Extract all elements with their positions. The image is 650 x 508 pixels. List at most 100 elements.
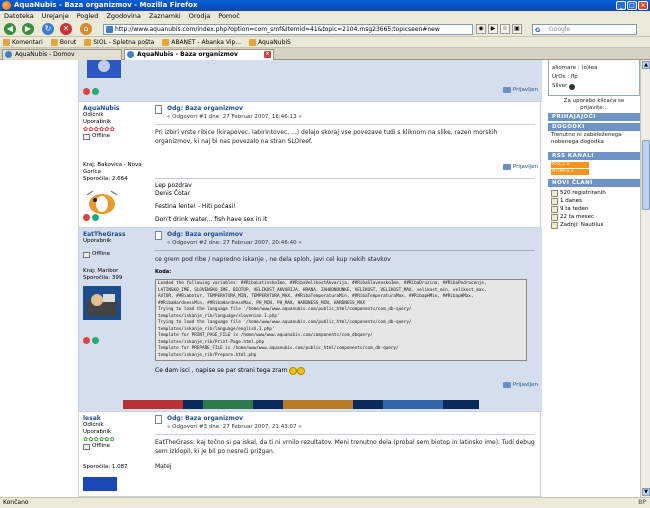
go-icon[interactable]: ▶ bbox=[488, 24, 498, 34]
www-icon[interactable] bbox=[92, 337, 99, 344]
post-meta: « Odgovori #1 dne: 27 Februar 2007, 16:4… bbox=[167, 114, 302, 120]
reload-icon[interactable]: ↻ bbox=[42, 23, 54, 35]
reply-icon bbox=[502, 382, 511, 388]
post-location: Kraj: Bakovica - Nova Gorica bbox=[83, 162, 142, 175]
post-closing: Ce dam isci , napise se par strani tega … bbox=[155, 367, 288, 374]
home-icon[interactable]: ⌂ bbox=[80, 23, 92, 35]
post-author[interactable]: EatTheGrass bbox=[83, 231, 153, 238]
post-role: Uporabnik bbox=[83, 119, 112, 125]
member-stat: 9 ta teden bbox=[560, 206, 589, 212]
forum-post: AquaNubis Odičnik Uporabnik ✿✿✿✿✿✿ Offli… bbox=[79, 102, 542, 228]
post-author[interactable]: lesak bbox=[83, 415, 153, 422]
tab-favicon bbox=[127, 51, 134, 58]
scroll-thumb[interactable] bbox=[642, 140, 650, 210]
menu-orodja[interactable]: Orodja bbox=[189, 11, 211, 21]
menu-urejanje[interactable]: Urejanje bbox=[42, 11, 69, 21]
firefox-icon bbox=[2, 1, 11, 10]
latest-member-link[interactable]: Zadnji: Nautilus bbox=[560, 221, 603, 229]
tab-domov[interactable]: AquaNubis - Domov bbox=[2, 49, 122, 60]
tab-close-icon[interactable]: × bbox=[264, 51, 271, 58]
www-icon[interactable] bbox=[92, 214, 99, 221]
bookmark-siol[interactable]: SIOL - Spletna pošta bbox=[84, 37, 154, 47]
profile-icon[interactable] bbox=[83, 88, 90, 95]
url-text: http://www.aquanubis.com/index.php?optio… bbox=[115, 26, 440, 33]
menu-datoteka[interactable]: Datoteka bbox=[4, 11, 34, 21]
vertical-scrollbar[interactable]: ▲ ▼ bbox=[640, 60, 650, 497]
signature-line: Denis Čotar bbox=[155, 190, 191, 197]
left-gutter bbox=[0, 60, 78, 497]
scroll-down-icon[interactable]: ▼ bbox=[642, 488, 650, 496]
post-meta: « Odgovori #3 dne: 27 Februar 2007, 21:4… bbox=[167, 424, 302, 430]
post-body: ce grem pod ribe / napredno iskanje , ne… bbox=[155, 250, 535, 264]
www-icon[interactable] bbox=[92, 88, 99, 95]
bookmark-icon bbox=[162, 38, 170, 46]
tab-baza-organizmov[interactable]: AquaNubis - Baza organizmov × bbox=[124, 49, 274, 60]
minimize-button[interactable]: _ bbox=[616, 1, 626, 10]
offline-icon bbox=[83, 251, 90, 258]
avatar bbox=[83, 477, 117, 491]
stop-icon[interactable]: ✕ bbox=[60, 23, 72, 35]
url-input[interactable]: http://www.aquanubis.com/index.php?optio… bbox=[103, 24, 473, 35]
back-icon[interactable]: ◀ bbox=[4, 23, 16, 35]
tab-favicon bbox=[5, 51, 12, 58]
bookmark-icon bbox=[84, 38, 92, 46]
post-title[interactable]: Odg: Baza organizmov bbox=[167, 415, 535, 423]
post-icon bbox=[155, 105, 162, 114]
latest-member-icon bbox=[551, 221, 558, 229]
members-header: NOVI ČLANI bbox=[548, 179, 640, 187]
page-content: Prijavljen AquaNubis Odičnik Uporabnik ✿… bbox=[0, 60, 650, 497]
post-count: Sporočila: 1.087 bbox=[83, 464, 128, 470]
menu-pogled[interactable]: Pogled bbox=[77, 11, 99, 21]
tab-bar: AquaNubis - Domov AquaNubis - Baza organ… bbox=[0, 48, 650, 60]
post-role: Uporabnik bbox=[83, 238, 112, 244]
rss-feed-link[interactable]: RSS 2.0 bbox=[551, 162, 589, 168]
forward-icon[interactable]: ▶ bbox=[22, 23, 34, 35]
member-week-icon bbox=[551, 205, 558, 213]
reply-label: Prijavljen bbox=[512, 382, 538, 388]
post-author[interactable]: AquaNubis bbox=[83, 105, 153, 112]
reply-label: Prijavljen bbox=[512, 164, 538, 170]
reply-link[interactable]: Prijavljen bbox=[502, 87, 538, 93]
maximize-button[interactable]: □ bbox=[627, 1, 637, 10]
close-button[interactable]: × bbox=[638, 1, 648, 10]
bookmark-aquanubis[interactable]: AquaNubiS bbox=[248, 37, 291, 47]
menu-zaznamki[interactable]: Zaznamki bbox=[149, 11, 181, 21]
reply-icon bbox=[502, 164, 511, 170]
rank-stars: ✿✿✿✿✿✿ bbox=[83, 436, 115, 443]
post-title[interactable]: Odg: Baza organizmov bbox=[167, 231, 535, 239]
reply-link[interactable]: Prijavljen bbox=[502, 382, 538, 388]
bookmark-label: AquaNubiS bbox=[257, 38, 291, 46]
bookmark-komentari[interactable]: Komentari bbox=[3, 37, 43, 47]
rss-icon[interactable]: ◉ bbox=[476, 24, 486, 34]
menu-pomoc[interactable]: Pomoč bbox=[218, 11, 240, 21]
profile-icon[interactable] bbox=[83, 337, 90, 344]
offline-icon bbox=[83, 443, 90, 450]
bookmark-abanet[interactable]: ABANET - Abanka Vip... bbox=[162, 37, 241, 47]
smiley-icon bbox=[569, 83, 576, 90]
atom-feed-link[interactable]: ATOM 0.3 bbox=[551, 169, 589, 175]
reply-link[interactable]: Prijavljen bbox=[502, 164, 538, 170]
shout-line: Silver bbox=[552, 83, 568, 89]
bookmark-star-icon[interactable]: ☆ bbox=[500, 24, 510, 34]
signature-line: Matej bbox=[155, 463, 172, 470]
bookmark-borut[interactable]: Borut bbox=[50, 37, 76, 47]
post-location: Kraj: Maribor bbox=[83, 268, 119, 274]
status-right: BP bbox=[638, 499, 646, 506]
member-stat: 22 ta mesec bbox=[560, 214, 595, 220]
menu-zgodovina[interactable]: Zgodovina bbox=[106, 11, 140, 21]
scroll-up-icon[interactable]: ▲ bbox=[642, 61, 650, 69]
menu-bar: Datoteka Urejanje Pogled Zgodovina Zazna… bbox=[0, 11, 650, 21]
offline-icon bbox=[83, 133, 90, 140]
events-header: DOGODKI bbox=[548, 123, 640, 131]
post-title[interactable]: Odg: Baza organizmov bbox=[167, 105, 535, 113]
forum-thread: Prijavljen AquaNubis Odičnik Uporabnik ✿… bbox=[78, 60, 542, 497]
title-bar: AquaNubis - Baza organizmov - Mozilla Fi… bbox=[0, 0, 650, 11]
bookmark-icon bbox=[50, 38, 58, 46]
google-icon: G bbox=[535, 26, 541, 34]
addon-icon[interactable]: ▣ bbox=[512, 24, 522, 34]
events-text: Trenutno ni zabeleženega nobenega dogodk… bbox=[551, 132, 622, 145]
forum-post: EatTheGrass Uporabnik Offline Kraj: Mari… bbox=[79, 228, 542, 412]
profile-icon[interactable] bbox=[83, 214, 90, 221]
post-icon bbox=[155, 231, 162, 240]
search-input[interactable]: G Google bbox=[532, 24, 637, 35]
